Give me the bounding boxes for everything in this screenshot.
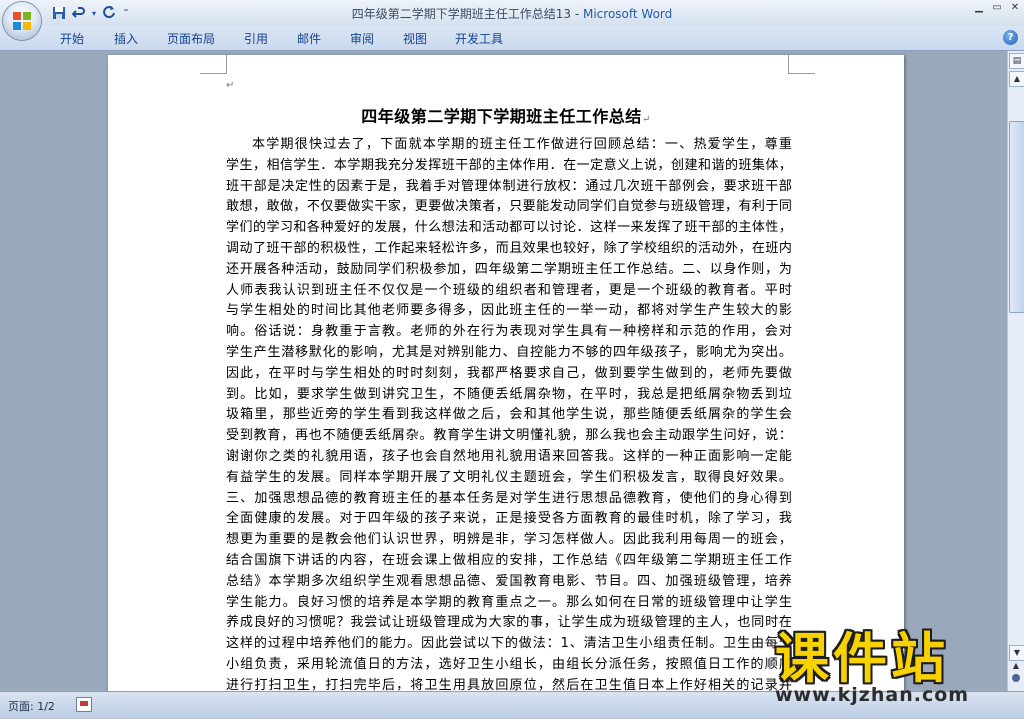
- office-button[interactable]: [3, 2, 41, 40]
- tab-mailings[interactable]: 邮件: [297, 30, 321, 47]
- paragraph-mark-icon: ↵: [641, 114, 651, 125]
- vertical-scrollbar[interactable]: ▤ ▲ ▼ ▲: [1007, 51, 1024, 691]
- text-line: 受到教育，再也不随便丢纸屑杂。教育学生讲文明懂礼貌，那么我也会主动跟学生问好，说…: [226, 428, 792, 444]
- app-name: Microsoft Word: [582, 7, 673, 21]
- close-button[interactable]: ✕: [1006, 0, 1024, 16]
- text-line: 到。比如，要求学生做到讲究卫生，不随便丢纸屑杂物，在平时，我总是把纸屑杂物丢到垃: [226, 386, 792, 402]
- text-line: 全面健康的发展。对于四年级的孩子来说，正是接受各方面教育的最佳时机，除了学习，我: [226, 511, 792, 527]
- page-count-status[interactable]: 页面: 1/2: [8, 698, 55, 714]
- document-workspace: ↵ 四年级第二学期下学期班主任工作总结↵ 本学期很快过去了，下面就本学期的班主任…: [0, 51, 1007, 691]
- text-line: 谢谢你之类的礼貌用语，孩子也会自然地用礼貌用语来回答我。这样的一种正面影响一定能: [226, 448, 792, 464]
- text-line: 这样的过程中培养他们的能力。因此尝试以下的做法：1、清洁卫生小组责任制。卫生由每…: [226, 636, 792, 652]
- margin-corner-top-left: [200, 55, 227, 74]
- text-line: 本学期很快过去了，下面就本学期的班主任工作做进行回顾总结：一、热爱学生，尊重: [252, 137, 792, 152]
- watermark-logo: 课件站 www.kjzhan.com: [775, 614, 1015, 714]
- text-line: 有益学生的发展。同样本学期开展了文明礼仪主题班会，学生们积极发言，取得良好效果。: [226, 469, 792, 485]
- text-line: 敢想，敢做，不仅要做实干家，更要做决策者，只要能发动同学们自觉参与班级管理，有利…: [226, 199, 792, 215]
- tab-references[interactable]: 引用: [244, 30, 268, 47]
- restore-button[interactable]: ▭: [988, 0, 1006, 16]
- watermark-url: www.kjzhan.com: [775, 684, 970, 706]
- text-line: 三、加强思想品德的教育班主任的基本任务是对学生进行思想品德教育，使他们的身心得到: [226, 490, 792, 506]
- document-heading: 四年级第二学期下学期班主任工作总结↵: [226, 103, 786, 127]
- text-line: 人师表我认识到班主任不仅仅是一个班级的组织者和管理者，更是一个班级的教育者。平时: [226, 282, 792, 298]
- office-logo-icon: [13, 12, 31, 30]
- window-controls: ▁ ▭ ✕: [970, 0, 1024, 18]
- scroll-up-icon[interactable]: ▲: [1009, 71, 1024, 87]
- document-name: 四年级第二学期下学期班主任工作总结13: [351, 7, 572, 21]
- tab-developer[interactable]: 开发工具: [455, 30, 503, 47]
- document-heading-text: 四年级第二学期下学期班主任工作总结: [361, 107, 642, 126]
- text-line: 学生能力。良好习惯的培养是本学期的教育重点之一。那么如何在日常的班级管理中让学生: [226, 594, 792, 610]
- text-line: 总结》本学期多次组织学生观看思想品德、爱国教育电影、节目。四、加强班级管理，培养: [226, 573, 792, 589]
- watermark-main-text: 课件站: [775, 627, 949, 690]
- proofing-icon[interactable]: [76, 697, 92, 712]
- text-line: 因此，在平时与学生相处的时时刻刻，我都严格要求自己，做到要学生做到的，老师先要做: [226, 365, 792, 381]
- ribbon-tab-bar: 开始 插入 页面布局 引用 邮件 审阅 视图 开发工具 ?: [0, 26, 1024, 51]
- paragraph-mark-icon: ↵: [226, 80, 235, 91]
- tab-review[interactable]: 审阅: [350, 30, 374, 47]
- tab-home[interactable]: 开始: [60, 30, 84, 47]
- text-line: 结合国旗下讲话的内容，在班会课上做相应的安排，工作总结《四年级第二学期班主任工作: [226, 552, 792, 568]
- text-line: 调动了班干部的积极性，工作起来轻松许多，而且效果也较好，除了学校组织的活动外，在…: [226, 240, 792, 256]
- title-bar: ▾ ⁼ 四年级第二学期下学期班主任工作总结13 - Microsoft Word…: [0, 0, 1024, 26]
- text-line: 想更为重要的是教会他们认识世界，明辨是非，学习怎样做人。因此我利用每周一的班会，: [226, 532, 792, 548]
- tab-view[interactable]: 视图: [403, 30, 427, 47]
- text-line: 小组负责，采用轮流值日的方法，选好卫生小组长，由组长分派任务，按照值日工作的顺序: [226, 656, 792, 672]
- document-page[interactable]: ↵ 四年级第二学期下学期班主任工作总结↵ 本学期很快过去了，下面就本学期的班主任…: [108, 55, 904, 691]
- text-line: 班干部是决定性的因素于是，我着手对管理体制进行放权：通过几次班干部例会，要求班干…: [226, 178, 792, 194]
- help-icon[interactable]: ?: [1003, 30, 1018, 45]
- text-line: 圾箱里，那些近旁的学生看到我这样做之后，会和其他学生说，那些随便丢纸屑杂的学生会: [226, 407, 792, 423]
- window-title: 四年级第二学期下学期班主任工作总结13 - Microsoft Word: [0, 5, 1024, 22]
- text-line: 学生，相信学生．本学期我充分发挥班干部的主体作用．在一定意义上说，创建和谐的班集…: [226, 157, 792, 173]
- view-ruler-icon[interactable]: ▤: [1009, 53, 1024, 69]
- tab-insert[interactable]: 插入: [114, 30, 138, 47]
- text-line: 学生产生潜移默化的影响，尤其是对辨别能力、自控能力不够的四年级孩子，影响尤为突出…: [226, 344, 792, 360]
- document-body[interactable]: 本学期很快过去了，下面就本学期的班主任工作做进行回顾总结：一、热爱学生，尊重学生…: [226, 135, 792, 691]
- text-line: 与学生相处的时间比其他老师要多得多，因此班主任的一举一动，都将对学生产生较大的影: [226, 303, 792, 319]
- text-line: 还开展各种活动，鼓励同学们积极参加，四年级第二学期班主任工作总结。二、以身作则，…: [226, 261, 792, 277]
- text-line: 响。俗话说：身教重于言教。老师的外在行为表现对学生具有一种榜样和示范的作用，会对: [226, 324, 792, 340]
- text-line: 学们的学习和各种爱好的发展，什么想法和活动都可以讨论．这样一来发挥了班干部的主体…: [226, 220, 792, 236]
- text-line: 进行打扫卫生，打扫完毕后，将卫生用具放回原位，然后在卫生值日本上作好相关的记录并: [226, 677, 792, 691]
- tab-page-layout[interactable]: 页面布局: [167, 30, 215, 47]
- text-line: 养成良好的习惯呢？我尝试让班级管理成为大家的事，让学生成为班级管理的主人，也同时…: [226, 615, 792, 631]
- margin-corner-top-right: [788, 55, 815, 74]
- minimize-button[interactable]: ▁: [970, 0, 988, 16]
- scroll-thumb[interactable]: [1009, 121, 1024, 313]
- title-separator: -: [571, 7, 583, 21]
